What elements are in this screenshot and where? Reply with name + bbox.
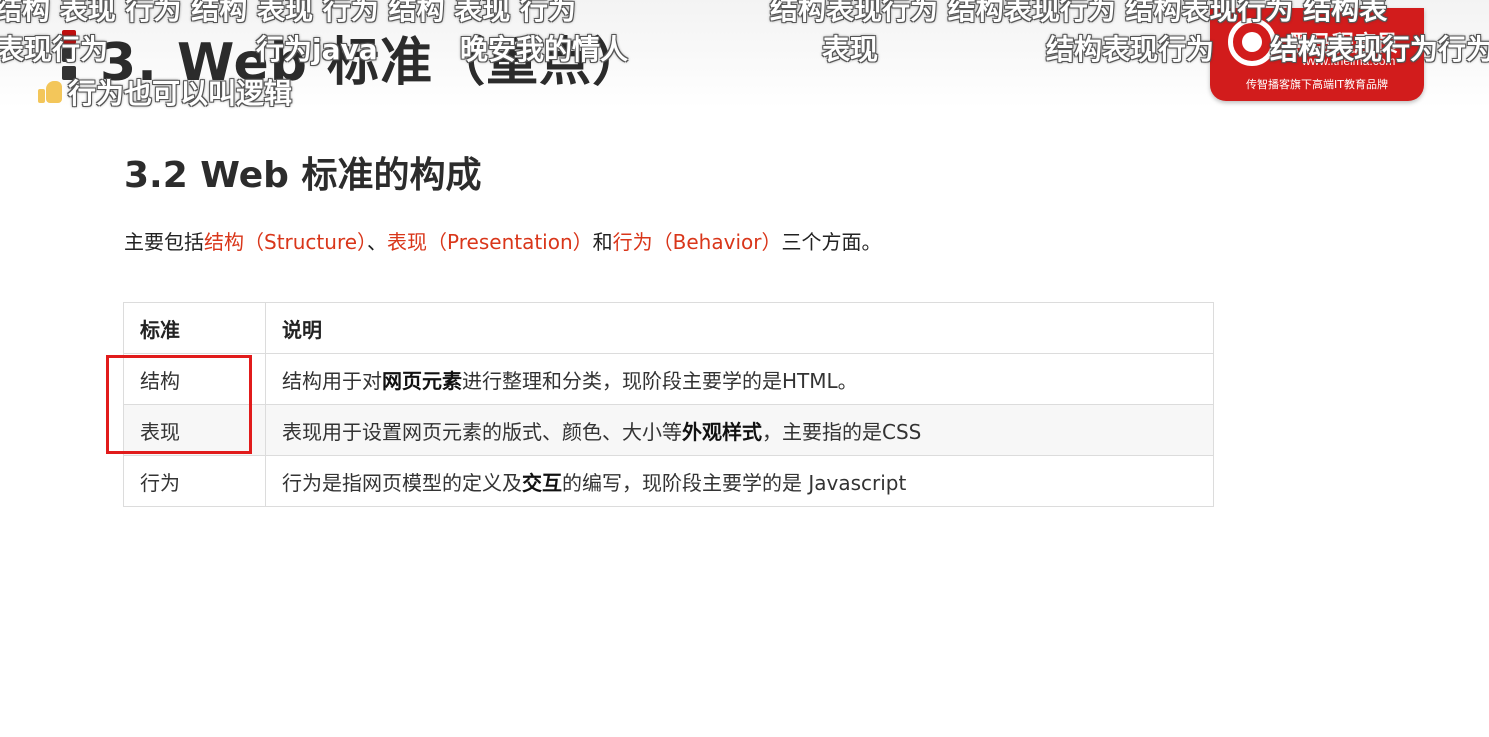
danmaku-comment: 行为java — [256, 33, 378, 66]
logo-slogan: 传智播客旗下高端IT教育品牌 — [1246, 78, 1388, 91]
table-header-standard: 标准 — [123, 302, 266, 354]
table-row: 结构 结构用于对网页元素进行整理和分类，现阶段主要学的是HTML。 — [123, 353, 1214, 405]
desc-text: ，主要指的是CSS — [762, 419, 922, 444]
intro-prefix: 主要包括 — [124, 230, 204, 254]
table-header-row: 标准 说明 — [123, 302, 1214, 354]
intro-suffix: 三个方面。 — [781, 230, 882, 254]
desc-text: 结构用于对 — [282, 368, 382, 393]
description-cell: 表现用于设置网页元素的版式、颜色、大小等外观样式，主要指的是CSS — [265, 404, 1214, 456]
desc-text: 的编写，现阶段主要学的是 Javascript — [562, 470, 907, 495]
intro-paragraph: 主要包括结构（Structure）、表现（Presentation）和行为（Be… — [124, 226, 881, 255]
description-cell: 行为是指网页模型的定义及交互的编写，现阶段主要学的是 Javascript — [265, 455, 1214, 507]
annotation-highlight-box — [106, 355, 252, 454]
desc-text: 表现用于设置网页元素的版式、颜色、大小等 — [282, 419, 682, 444]
desc-bold: 网页元素 — [382, 368, 462, 393]
web-standards-table: 标准 说明 结构 结构用于对网页元素进行整理和分类，现阶段主要学的是HTML。 … — [123, 302, 1214, 507]
standard-cell: 行为 — [123, 455, 266, 507]
table-row: 行为 行为是指网页模型的定义及交互的编写，现阶段主要学的是 Javascript — [123, 455, 1214, 507]
intro-sep: 和 — [592, 230, 613, 254]
intro-behavior: 行为（Behavior） — [612, 230, 782, 254]
desc-bold: 交互 — [522, 470, 562, 495]
desc-text: 进行整理和分类，现阶段主要学的是HTML。 — [462, 368, 858, 393]
danmaku-text: 行为也可以叫逻辑 — [68, 77, 293, 110]
danmaku-comment: 表现 — [822, 33, 879, 66]
subsection-title: 3.2 Web 标准的构成 — [124, 155, 482, 196]
desc-bold: 外观样式 — [682, 419, 762, 444]
intro-structure: 结构（Structure） — [204, 230, 368, 254]
intro-sep: 、 — [367, 230, 388, 254]
danmaku-comment: 结构 表现 行为 结构 表现 行为 结构 表现 行为 — [0, 0, 576, 26]
danmaku-comment: 结构表现行为 结构表现行为 结构表现行为 结构表 — [770, 0, 1388, 26]
danmaku-comment: 结构表现行为 — [1046, 33, 1215, 66]
danmaku-comment: 结构表现行为行为 — [1270, 33, 1489, 66]
table-header-description: 说明 — [265, 302, 1214, 354]
intro-presentation: 表现（Presentation） — [387, 230, 593, 254]
desc-text: 行为是指网页模型的定义及 — [282, 470, 522, 495]
danmaku-comment: 晚安我的情人 — [460, 33, 629, 66]
danmaku-comment: 表现行为 — [0, 33, 109, 66]
description-cell: 结构用于对网页元素进行整理和分类，现阶段主要学的是HTML。 — [265, 353, 1214, 405]
table-row: 表现 表现用于设置网页元素的版式、颜色、大小等外观样式，主要指的是CSS — [123, 404, 1214, 456]
danmaku-comment-liked: 行为也可以叫逻辑 — [36, 72, 292, 112]
thumbs-up-icon — [36, 79, 64, 105]
